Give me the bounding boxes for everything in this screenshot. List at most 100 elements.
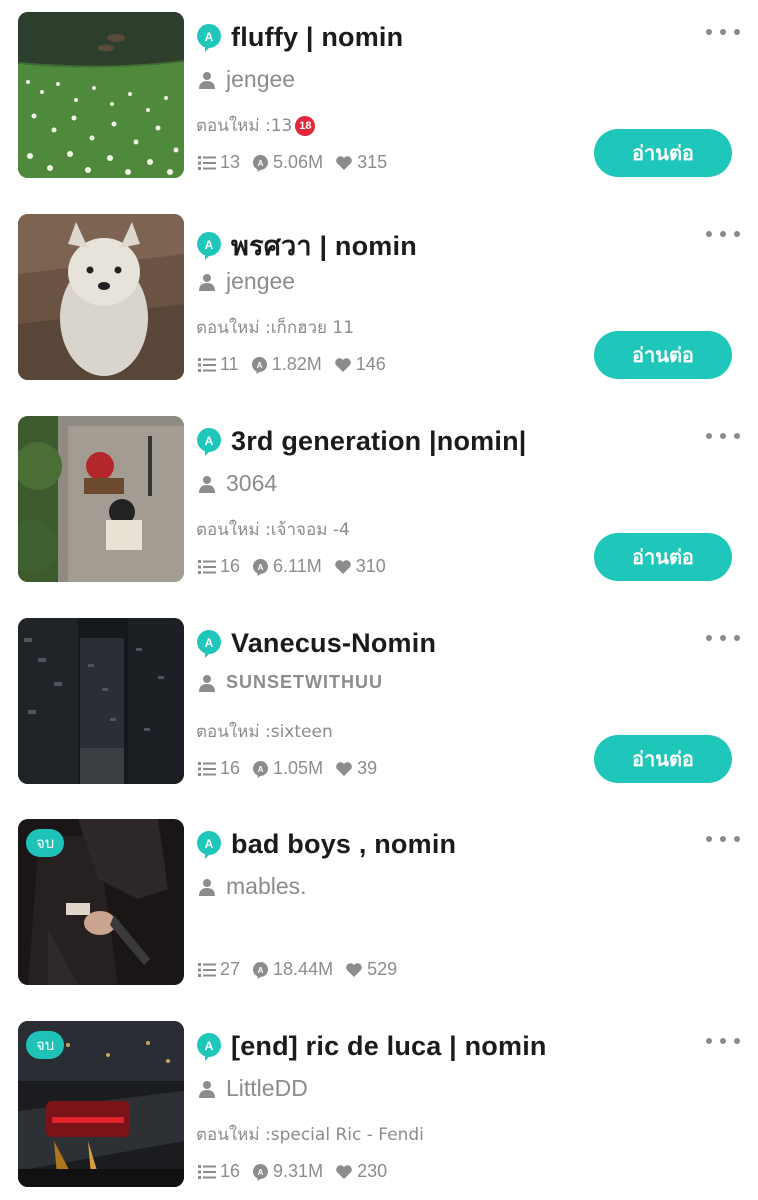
chapter-count: 16 — [198, 1161, 240, 1182]
view-badge-icon: A — [251, 356, 267, 374]
continue-reading-button[interactable]: อ่านต่อ — [594, 735, 732, 783]
like-count-value: 529 — [367, 959, 398, 979]
story-cover[interactable] — [18, 416, 184, 582]
list-icon — [198, 559, 216, 574]
view-count: A 18.44M — [252, 959, 333, 980]
latest-label: ตอนใหม่ : — [196, 116, 271, 136]
author-badge-icon: A — [197, 629, 221, 658]
more-options-icon[interactable] — [706, 628, 740, 648]
continue-reading-button[interactable]: อ่านต่อ — [594, 533, 732, 581]
story-item[interactable]: จบ A bad boys , nomin mables. 27 A 18.44M… — [0, 819, 758, 989]
story-cover[interactable]: จบ — [18, 819, 184, 985]
story-cover[interactable] — [18, 214, 184, 380]
continue-reading-button[interactable]: อ่านต่อ — [594, 129, 732, 177]
story-title[interactable]: 3rd generation |nomin| — [231, 426, 527, 457]
author-badge-icon: A — [197, 830, 221, 859]
view-count-value: 5.06M — [273, 152, 324, 172]
view-count-value: 18.44M — [273, 959, 334, 979]
latest-chapter: ตอนใหม่ : sixteen — [196, 718, 333, 745]
more-options-icon[interactable] — [706, 224, 740, 244]
story-author-row: LittleDD — [198, 1075, 308, 1102]
svg-text:A: A — [258, 765, 264, 774]
more-options-icon[interactable] — [706, 22, 740, 42]
story-author-row: jengee — [198, 268, 295, 295]
latest-value: เจ้าจอม -4 — [270, 520, 350, 540]
story-author[interactable]: mables. — [226, 873, 307, 900]
latest-label: ตอนใหม่ : — [196, 1125, 271, 1145]
latest-value: special Ric - Fendi — [270, 1124, 424, 1145]
like-count-value: 315 — [357, 152, 388, 172]
svg-text:A: A — [258, 1168, 264, 1177]
story-author[interactable]: LittleDD — [226, 1075, 308, 1102]
view-count-value: 1.05M — [273, 758, 324, 778]
story-title-row: A fluffy | nomin — [196, 22, 403, 53]
more-options-icon[interactable] — [706, 1031, 740, 1051]
story-cover[interactable]: จบ — [18, 1021, 184, 1187]
author-badge-icon: A — [197, 1032, 221, 1061]
like-count: 315 — [335, 152, 387, 173]
story-stats: 11 A 1.82M 146 — [198, 354, 398, 375]
svg-text:A: A — [205, 434, 214, 448]
like-count: 230 — [335, 1161, 387, 1182]
view-badge-icon: A — [252, 558, 269, 576]
like-count: 310 — [334, 556, 386, 577]
story-stats: 13 A 5.06M 315 — [198, 152, 399, 173]
story-author[interactable]: SUNSETWITHUU — [226, 672, 383, 693]
svg-text:A: A — [205, 238, 214, 252]
user-icon — [199, 475, 215, 493]
chapter-count-value: 16 — [220, 1161, 241, 1181]
age-rating-badge: 18 — [295, 115, 316, 136]
more-options-icon[interactable] — [706, 426, 740, 446]
latest-label: ตอนใหม่ : — [196, 318, 271, 338]
story-title[interactable]: bad boys , nomin — [231, 829, 456, 860]
story-item[interactable]: A Vanecus-Nomin SUNSETWITHUU ตอนใหม่ : si… — [0, 618, 758, 788]
view-count-value: 6.11M — [273, 556, 322, 576]
like-count: 39 — [335, 758, 377, 779]
story-author[interactable]: 3064 — [226, 470, 277, 497]
story-author-row: SUNSETWITHUU — [198, 672, 383, 693]
story-author[interactable]: jengee — [226, 268, 295, 295]
like-count-value: 310 — [355, 556, 386, 576]
completed-badge: จบ — [26, 1031, 65, 1059]
view-count-value: 1.82M — [271, 354, 322, 374]
completed-badge: จบ — [26, 829, 65, 857]
like-count: 146 — [334, 354, 386, 375]
heart-icon — [334, 357, 351, 372]
story-title[interactable]: พรศวา | nomin — [231, 224, 417, 267]
more-options-icon[interactable] — [706, 829, 740, 849]
svg-text:A: A — [205, 837, 214, 851]
story-title[interactable]: Vanecus-Nomin — [231, 628, 436, 659]
story-item[interactable]: A 3rd generation |nomin| 3064 ตอนใหม่ :เ… — [0, 416, 758, 586]
view-count: A 1.05M — [252, 758, 323, 779]
like-count-value: 39 — [357, 758, 378, 778]
story-cover[interactable] — [18, 12, 184, 178]
latest-chapter: ตอนใหม่ : special Ric - Fendi — [196, 1121, 424, 1148]
like-count-value: 146 — [355, 354, 386, 374]
chapter-count-value: 11 — [220, 354, 239, 374]
story-title-row: A Vanecus-Nomin — [196, 628, 436, 659]
story-cover[interactable] — [18, 618, 184, 784]
heart-icon — [334, 559, 351, 574]
list-icon — [198, 761, 216, 776]
story-title[interactable]: [end] ric de luca | nomin — [231, 1031, 547, 1062]
author-badge-icon: A — [197, 23, 221, 52]
view-count: A 1.82M — [251, 354, 322, 375]
story-author-row: mables. — [198, 873, 307, 900]
story-item[interactable]: A พรศวา | nomin jengee ตอนใหม่ : เก็กฮวย … — [0, 214, 758, 384]
continue-reading-button[interactable]: อ่านต่อ — [594, 331, 732, 379]
heart-icon — [336, 1164, 352, 1179]
story-title[interactable]: fluffy | nomin — [231, 22, 403, 53]
story-item[interactable]: จบ A [end] ric de luca | nomin LittleDD … — [0, 1021, 758, 1191]
author-badge-icon: A — [197, 427, 221, 456]
story-stats: 27 A 18.44M 529 — [198, 959, 409, 980]
chapter-count-value: 13 — [220, 152, 241, 172]
user-icon — [199, 878, 215, 896]
view-count-value: 9.31M — [273, 1161, 324, 1181]
story-item[interactable]: A fluffy | nomin jengee ตอนใหม่ : 13 18 13… — [0, 12, 758, 182]
latest-chapter: ตอนใหม่ : เก็กฮวย 11 — [196, 314, 354, 341]
like-count: 529 — [345, 959, 397, 980]
svg-text:A: A — [205, 1039, 214, 1053]
story-author[interactable]: jengee — [226, 66, 295, 93]
view-count: A 6.11M — [252, 556, 322, 577]
view-badge-icon: A — [252, 961, 269, 979]
